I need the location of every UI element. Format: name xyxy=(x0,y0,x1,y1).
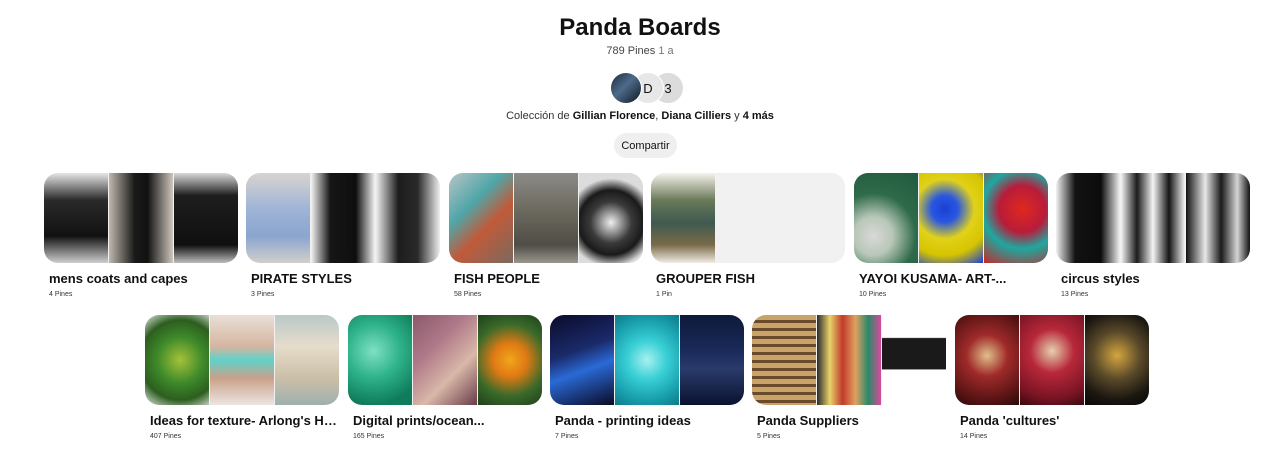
avatar[interactable] xyxy=(610,72,642,104)
board-pin-count: 10 Pines xyxy=(859,291,887,298)
board-title[interactable]: Digital prints/ocean... xyxy=(348,413,541,428)
board-cover[interactable] xyxy=(955,315,1149,405)
cover-image xyxy=(514,173,578,263)
cover-image xyxy=(246,173,310,263)
cover-image xyxy=(854,173,918,263)
cover-image xyxy=(348,315,412,405)
board-stats: 789 Pines 1 a xyxy=(0,45,1280,57)
more-collaborators-link[interactable]: 4 más xyxy=(743,110,774,122)
share-button[interactable]: Compartir xyxy=(614,133,677,158)
board-card[interactable]: Panda - printing ideas 7 Pines xyxy=(550,315,744,440)
cover-image xyxy=(752,315,816,405)
collaborator-avatars[interactable]: D 3 xyxy=(610,72,690,104)
cover-image xyxy=(781,173,845,263)
cover-image xyxy=(376,173,440,263)
board-title[interactable]: mens coats and capes xyxy=(44,271,237,286)
cover-image xyxy=(174,173,238,263)
board-cover[interactable] xyxy=(145,315,339,405)
board-pin-count: 7 Pines xyxy=(555,433,579,440)
cover-image xyxy=(1056,173,1120,263)
board-cover[interactable] xyxy=(246,173,440,263)
board-cover[interactable] xyxy=(449,173,643,263)
cover-image xyxy=(1186,173,1250,263)
board-card[interactable]: YAYOI KUSAMA- ART-... 10 Pines xyxy=(854,173,1048,298)
cover-image xyxy=(1020,315,1084,405)
board-title[interactable]: Panda - printing ideas xyxy=(550,413,743,428)
collaborator-link[interactable]: Diana Cilliers xyxy=(661,110,731,122)
board-title[interactable]: FISH PEOPLE xyxy=(449,271,642,286)
cover-image xyxy=(1085,315,1149,405)
board-cover[interactable] xyxy=(1056,173,1250,263)
board-card[interactable]: Ideas for texture- Arlong's Hal... 407 P… xyxy=(145,315,339,440)
cover-image xyxy=(615,315,679,405)
cover-image xyxy=(1121,173,1185,263)
board-cover[interactable] xyxy=(348,315,542,405)
board-title[interactable]: Panda Suppliers xyxy=(752,413,945,428)
board-cover[interactable] xyxy=(651,173,845,263)
board-pin-count: 14 Pines xyxy=(960,433,988,440)
board-pin-count: 4 Pines xyxy=(49,291,73,298)
board-cover[interactable] xyxy=(854,173,1048,263)
board-pin-count: 3 Pines xyxy=(251,291,275,298)
board-title[interactable]: Panda 'cultures' xyxy=(955,413,1148,428)
board-card[interactable]: Panda 'cultures' 14 Pines xyxy=(955,315,1149,440)
cover-image xyxy=(413,315,477,405)
board-pin-count: 5 Pines xyxy=(757,433,781,440)
board-card[interactable]: Digital prints/ocean... 165 Pines xyxy=(348,315,542,440)
board-title[interactable]: GROUPER FISH xyxy=(651,271,844,286)
board-card[interactable]: PIRATE STYLES 3 Pines xyxy=(246,173,440,298)
cover-image xyxy=(716,173,780,263)
board-cover[interactable] xyxy=(550,315,744,405)
board-cover[interactable] xyxy=(44,173,238,263)
cover-image xyxy=(882,315,946,405)
board-card[interactable]: mens coats and capes 4 Pines xyxy=(44,173,238,298)
cover-image xyxy=(275,315,339,405)
cover-image xyxy=(210,315,274,405)
board-card[interactable]: FISH PEOPLE 58 Pines xyxy=(449,173,643,298)
board-title[interactable]: circus styles xyxy=(1056,271,1249,286)
cover-image xyxy=(145,315,209,405)
cover-image xyxy=(550,315,614,405)
page-title: Panda Boards xyxy=(559,14,721,41)
cover-image xyxy=(680,315,744,405)
board-card[interactable]: GROUPER FISH 1 Pin xyxy=(651,173,845,298)
board-title[interactable]: YAYOI KUSAMA- ART-... xyxy=(854,271,1047,286)
cover-image xyxy=(651,173,715,263)
board-pin-count: 58 Pines xyxy=(454,291,482,298)
board-pin-count: 1 Pin xyxy=(656,291,672,298)
cover-image xyxy=(984,173,1048,263)
cover-image xyxy=(955,315,1019,405)
board-pin-count: 13 Pines xyxy=(1061,291,1089,298)
cover-image xyxy=(109,173,173,263)
collaborator-link[interactable]: Gillian Florence xyxy=(573,110,656,122)
follower-count[interactable]: 1 a xyxy=(658,45,673,57)
board-pin-count: 407 Pines xyxy=(150,433,182,440)
board-title[interactable]: PIRATE STYLES xyxy=(246,271,439,286)
cover-image xyxy=(478,315,542,405)
cover-image xyxy=(44,173,108,263)
board-pin-count: 165 Pines xyxy=(353,433,385,440)
collaborators-line: Colección de Gillian Florence, Diana Cil… xyxy=(506,110,774,122)
cover-image xyxy=(817,315,881,405)
cover-image xyxy=(311,173,375,263)
board-card[interactable]: Panda Suppliers 5 Pines xyxy=(752,315,946,440)
pin-count: 789 Pines xyxy=(606,45,656,57)
cover-image xyxy=(919,173,983,263)
board-card[interactable]: circus styles 13 Pines xyxy=(1056,173,1250,298)
cover-image xyxy=(449,173,513,263)
cover-image xyxy=(579,173,643,263)
board-title[interactable]: Ideas for texture- Arlong's Hal... xyxy=(145,413,338,428)
board-cover[interactable] xyxy=(752,315,946,405)
